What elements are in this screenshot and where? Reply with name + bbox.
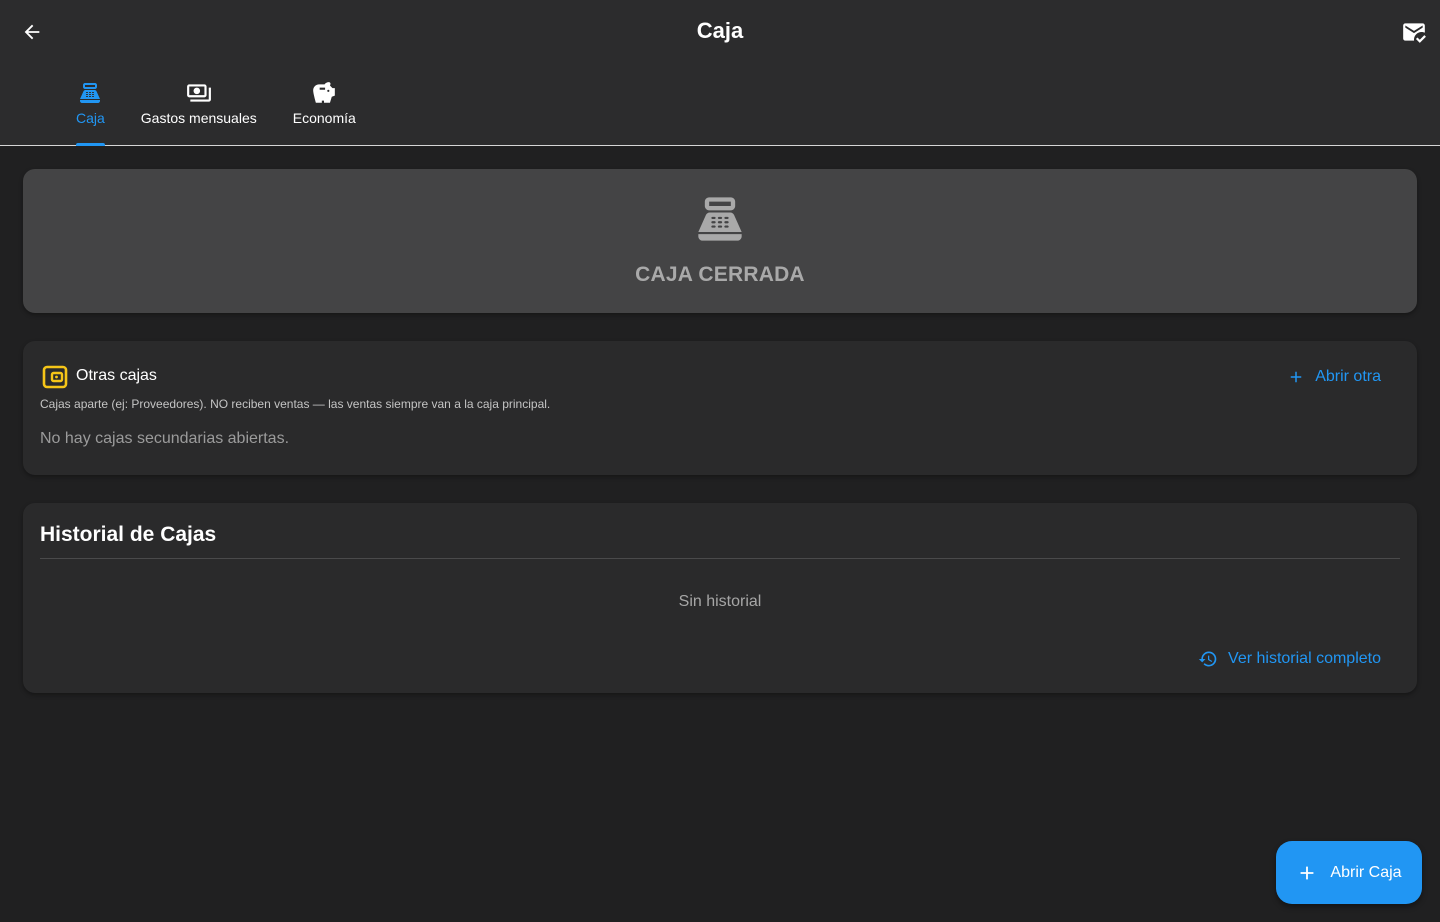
open-cash-register-label: Abrir Caja (1330, 863, 1402, 881)
tab-caja[interactable]: Caja (58, 72, 123, 146)
tab-gastos-mensuales[interactable]: Gastos mensuales (123, 72, 275, 146)
history-empty-text: Sin historial (678, 593, 762, 610)
tab-gastos-label: Gastos mensuales (140, 110, 257, 126)
tab-caja-label: Caja (76, 110, 105, 126)
tab-economia-label: Economía (292, 110, 356, 126)
other-boxes-title: Otras cajas (76, 367, 157, 384)
history-divider (40, 558, 1400, 559)
tab-bar: Caja Gastos mensuales Economía (58, 72, 374, 146)
cash-status-text: CAJA CERRADA (635, 263, 805, 286)
other-boxes-description: Cajas aparte (ej: Proveedores). NO recib… (40, 397, 551, 411)
active-tab-indicator (76, 143, 105, 146)
history-title: Historial de Cajas (40, 523, 217, 546)
payments-icon (186, 84, 211, 102)
tab-economia[interactable]: Economía (275, 72, 374, 146)
point-of-sale-icon (80, 83, 101, 103)
other-boxes-empty-text: No hay cajas secundarias abiertas. (40, 430, 290, 447)
savings-icon (313, 82, 336, 103)
add-icon (1301, 866, 1314, 879)
view-full-history-label: Ver historial completo (1228, 650, 1381, 667)
app-bar: Caja Caja Gastos mensuales Economía (0, 0, 1440, 146)
page-title: Caja (696, 18, 744, 43)
open-other-label: Abrir otra (1315, 368, 1381, 385)
view-full-history-button[interactable]: Ver historial completo (1198, 647, 1381, 671)
mark-email-read-icon (1403, 23, 1426, 43)
point-of-sale-icon (698, 197, 742, 241)
status-card: CAJA CERRADA (23, 169, 1417, 313)
history-icon (1198, 651, 1217, 667)
open-other-button[interactable]: Abrir otra (1287, 365, 1381, 389)
wallet-icon (42, 365, 68, 389)
open-cash-register-button[interactable]: Abrir Caja (1276, 841, 1422, 904)
mail-read-button[interactable] (1396, 14, 1432, 50)
history-card: Historial de Cajas Sin historial Ver his… (23, 503, 1417, 693)
other-boxes-card: Otras cajas Cajas aparte (ej: Proveedore… (23, 341, 1417, 475)
add-icon (1290, 371, 1302, 383)
